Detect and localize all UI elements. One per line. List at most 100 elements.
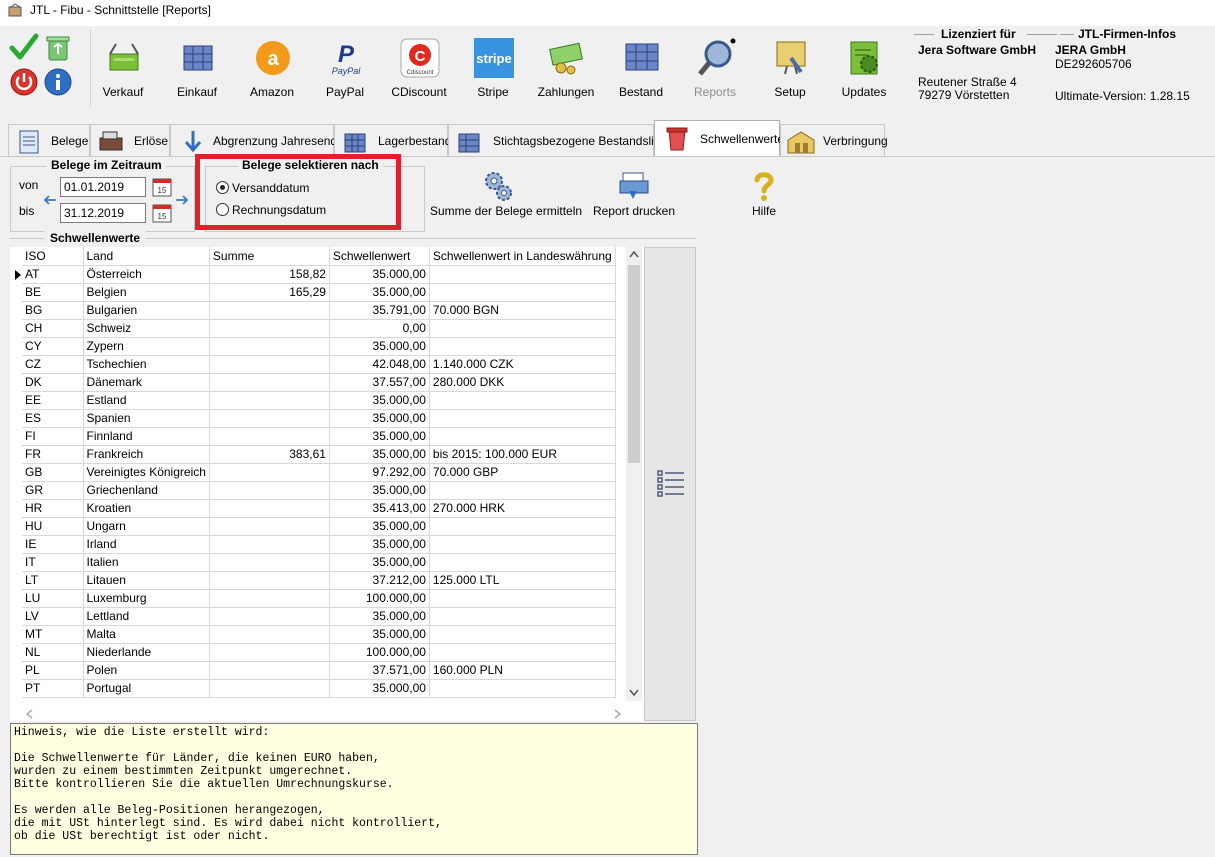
calendar-from-icon[interactable]: 15 xyxy=(152,178,172,197)
power-icon[interactable] xyxy=(9,67,39,97)
table-row[interactable]: NL Niederlande 100.000,00 xyxy=(22,643,616,662)
svg-text:Cdiscount: Cdiscount xyxy=(407,70,434,76)
pallet-icon xyxy=(458,133,480,153)
help-button[interactable]: Hilfe xyxy=(744,167,784,219)
arrow-left-icon[interactable] xyxy=(43,194,57,206)
toolbar-paypal-button[interactable]: P PayPal PayPal xyxy=(308,26,382,110)
info-icon[interactable] xyxy=(43,67,73,97)
horizontal-scrollbar[interactable] xyxy=(22,705,626,721)
toolbar-cdiscount-button[interactable]: C Cdiscount CDiscount xyxy=(382,26,456,110)
scroll-right-icon[interactable] xyxy=(614,709,622,719)
toolbar-label: Verkauf xyxy=(102,85,144,99)
tab-stichtagsbezogen[interactable]: Stichtagsbezogene Bestandsliste xyxy=(448,124,670,156)
table-row[interactable]: LU Luxemburg 100.000,00 xyxy=(22,589,616,608)
table-row[interactable]: MT Malta 35.000,00 xyxy=(22,625,616,644)
table-cell: IE xyxy=(22,535,84,554)
table-row[interactable]: IT Italien 35.000,00 xyxy=(22,553,616,572)
table-row[interactable]: CZ Tschechien 42.048,00 1.140.000 CZK xyxy=(22,355,616,374)
column-header[interactable]: ISO xyxy=(22,247,84,266)
table-row[interactable]: CY Zypern 35.000,00 xyxy=(22,337,616,356)
column-header[interactable]: Schwellenwert in Landeswährung xyxy=(429,247,616,266)
document-icon xyxy=(19,130,39,154)
table-cell: CY xyxy=(22,337,84,356)
divider xyxy=(1027,34,1057,35)
list-settings-icon[interactable] xyxy=(656,468,686,498)
tab-verbringung[interactable]: Verbringung xyxy=(780,124,888,156)
column-header[interactable]: Summe xyxy=(209,247,330,266)
sum-button[interactable]: Summe der Belege ermitteln xyxy=(430,167,582,219)
column-header[interactable]: Schwellenwert xyxy=(329,247,430,266)
table-cell: Frankreich xyxy=(83,445,210,464)
table-cell: 125.000 LTL xyxy=(429,571,616,590)
table-cell: 35.000,00 xyxy=(329,265,430,284)
thresholds-grid[interactable]: ISO Land Summe Schwellenwert Schwellenwert i… xyxy=(10,247,696,721)
tab-schwellenwerte[interactable]: Schwellenwerte xyxy=(654,120,784,157)
toolbar-updates-button[interactable]: Updates xyxy=(827,26,901,110)
toolbar-verkauf-button[interactable]: Verkauf xyxy=(86,26,160,110)
scroll-up-icon[interactable] xyxy=(629,250,639,258)
toolbar-einkauf-button[interactable]: Einkauf xyxy=(160,26,234,110)
toolbar-amazon-button[interactable]: a Amazon xyxy=(235,26,309,110)
table-row[interactable]: BE Belgien 165,29 35.000,00 xyxy=(22,283,616,302)
table-row[interactable]: HR Kroatien 35.413,00 270.000 HRK xyxy=(22,499,616,518)
from-date-field[interactable]: 01.01.2019 xyxy=(60,177,146,197)
table-row[interactable]: HU Ungarn 35.000,00 xyxy=(22,517,616,536)
table-cell: HU xyxy=(22,517,84,536)
tab-label: Stichtagsbezogene Bestandsliste xyxy=(493,134,670,148)
table-cell: EE xyxy=(22,391,84,410)
tab-abgrenzung[interactable]: Abgrenzung Jahresende xyxy=(170,124,344,156)
toolbar-setup-button[interactable]: Setup xyxy=(753,26,827,110)
toolbar-label: Stripe xyxy=(477,85,509,99)
hint-line: Bitte kontrollieren Sie die aktuellen Um… xyxy=(14,778,394,791)
tab-erloese[interactable]: Erlöse xyxy=(90,124,170,156)
table-row[interactable]: FR Frankreich 383,61 35.000,00 bis 2015: 100… xyxy=(22,445,616,464)
table-row[interactable]: AT Österreich 158,82 35.000,00 xyxy=(22,265,616,284)
question-icon xyxy=(754,172,774,201)
to-date-field[interactable]: 31.12.2019 xyxy=(60,203,146,223)
print-button[interactable]: Report drucken xyxy=(592,167,676,219)
tab-belege[interactable]: Belege xyxy=(8,124,90,156)
table-cell xyxy=(209,661,330,680)
calendar-to-icon[interactable]: 15 xyxy=(152,204,172,223)
table-row[interactable]: CH Schweiz 0,00 xyxy=(22,319,616,338)
tab-label: Verbringung xyxy=(823,134,888,148)
table-row[interactable]: LT Litauen 37.212,00 125.000 LTL xyxy=(22,571,616,590)
toolbar-zahlungen-button[interactable]: Zahlungen xyxy=(529,26,603,110)
toolbar-stripe-button[interactable]: stripe Stripe xyxy=(456,26,530,110)
table-row[interactable]: IE Irland 35.000,00 xyxy=(22,535,616,554)
main-toolbar: Verkauf Einkauf a Amazon P PayPal PayPal C Cdisc… xyxy=(0,26,1215,110)
arrow-right-icon[interactable] xyxy=(175,194,189,206)
table-cell: Tschechien xyxy=(83,355,210,374)
svg-text:a: a xyxy=(267,48,279,70)
toolbar-reports-button[interactable]: Reports xyxy=(678,26,752,110)
table-row[interactable]: BG Bulgarien 35.791,00 70.000 BGN xyxy=(22,301,616,320)
column-header[interactable]: Land xyxy=(83,247,210,266)
table-row[interactable]: PT Portugal 35.000,00 xyxy=(22,679,616,698)
table-row[interactable]: LV Lettland 35.000,00 xyxy=(22,607,616,626)
highlight-box xyxy=(195,154,401,230)
table-cell: PL xyxy=(22,661,84,680)
toolbar-label: Amazon xyxy=(249,85,295,99)
table-row[interactable]: DK Dänemark 37.557,00 280.000 DKK xyxy=(22,373,616,392)
table-cell: BG xyxy=(22,301,84,320)
tab-lagerbestand[interactable]: Lagerbestand xyxy=(334,124,451,156)
table-row[interactable]: PL Polen 37.571,00 160.000 PLN xyxy=(22,661,616,680)
toolbar-bestand-button[interactable]: Bestand xyxy=(604,26,678,110)
pallet-icon xyxy=(625,43,659,71)
vertical-scrollbar[interactable] xyxy=(626,247,642,701)
scroll-left-icon[interactable] xyxy=(25,709,33,719)
checkmark-icon[interactable] xyxy=(9,32,39,62)
scroll-thumb[interactable] xyxy=(628,265,640,463)
firm-name: JERA GmbH xyxy=(1055,43,1126,57)
toolbar-label: Updates xyxy=(841,85,887,99)
to-label: bis xyxy=(19,204,35,218)
window-title: JTL - Fibu - Schnittstelle [Reports] xyxy=(30,3,211,17)
table-row[interactable]: GR Griechenland 35.000,00 xyxy=(22,481,616,500)
table-row[interactable]: GB Vereinigtes Königreich 97.292,00 70.000 … xyxy=(22,463,616,482)
scroll-down-icon[interactable] xyxy=(629,689,639,697)
table-row[interactable]: ES Spanien 35.000,00 xyxy=(22,409,616,428)
table-row[interactable]: EE Estland 35.000,00 xyxy=(22,391,616,410)
table-cell xyxy=(429,535,616,554)
recycle-bin-icon[interactable] xyxy=(43,32,73,62)
table-row[interactable]: FI Finnland 35.000,00 xyxy=(22,427,616,446)
